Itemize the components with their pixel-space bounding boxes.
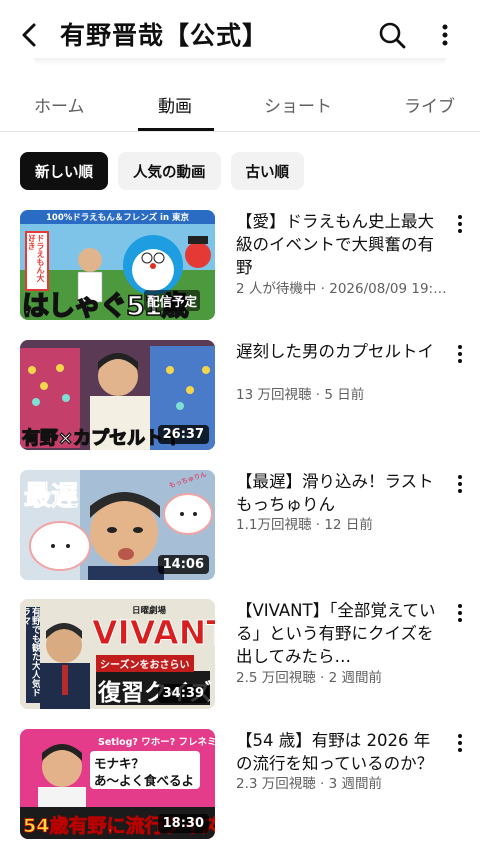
video-meta: 2.5 万回視聴 · 2 週間前 bbox=[236, 670, 383, 686]
duration-badge: 34:39 bbox=[157, 684, 209, 703]
search-button[interactable] bbox=[376, 18, 408, 52]
duration-badge: 18:30 bbox=[157, 814, 209, 833]
duration-badge: 14:06 bbox=[157, 555, 209, 574]
video-title[interactable]: 【54 歳】有野は 2026 年の流行を知っているのか？ bbox=[236, 729, 446, 775]
thumbnail-tags-text: Setlog? ワホー? フレネミー? bbox=[98, 737, 215, 748]
back-arrow-icon bbox=[22, 23, 36, 47]
thumbnail-side-text: 有野でも観た大人気ドラマ bbox=[26, 607, 40, 703]
video-item[interactable]: 有野×カプセルトイ 26:37 遅刻した男のカプセルトイ 13 万回視聴 · 5… bbox=[0, 340, 480, 452]
search-bar-shadow bbox=[34, 58, 446, 66]
video-meta: 2 人が待機中 · 2026/08/09 19:00 bbox=[236, 281, 450, 297]
sort-chips: 新しい順 人気の動画 古い順 bbox=[20, 152, 304, 190]
more-vertical-icon bbox=[458, 604, 462, 622]
chip-oldest[interactable]: 古い順 bbox=[230, 152, 304, 190]
app-header: 有野晋哉【公式】 bbox=[0, 0, 480, 68]
video-thumbnail[interactable]: 有野でも観た大人気ドラマ 日曜劇場 VIVANT シーズンをおさらい 復習クイズ… bbox=[20, 599, 215, 709]
video-item[interactable]: 100%ドラえもん＆フレンズ in 東京 ドラえもん大好き はしゃぐ51歳 配信… bbox=[0, 210, 480, 322]
video-item[interactable]: 有野でも観た大人気ドラマ 日曜劇場 VIVANT シーズンをおさらい 復習クイズ… bbox=[0, 599, 480, 711]
thumbnail-answer-text: あ～よく食べるよ bbox=[94, 773, 195, 788]
tab-videos[interactable]: 動画 bbox=[158, 92, 192, 117]
video-meta: 2.3 万回視聴 · 3 週間前 bbox=[236, 776, 383, 792]
video-thumbnail[interactable]: Setlog? ワホー? フレネミー? モナキ？ あ～よく食べるよ 54歳有野に… bbox=[20, 729, 215, 839]
video-more-button[interactable] bbox=[452, 342, 468, 366]
more-vertical-icon bbox=[458, 734, 462, 752]
video-thumbnail[interactable]: 100%ドラえもん＆フレンズ in 東京 ドラえもん大好き はしゃぐ51歳 配信… bbox=[20, 210, 215, 320]
video-more-button[interactable] bbox=[452, 212, 468, 236]
thumbnail-brand-text: VIVANT bbox=[92, 613, 215, 652]
video-title[interactable]: 【愛】ドラえもん史上最大級のイベントで大興奮の有野 bbox=[236, 210, 446, 280]
video-meta: 1.1万回視聴 · 12 日前 bbox=[236, 517, 373, 533]
scheduled-badge: 配信予定 bbox=[144, 290, 201, 311]
video-title[interactable]: 【最遅】滑り込み！ラストもっちゅりん bbox=[236, 470, 446, 516]
tab-home[interactable]: ホーム bbox=[34, 92, 85, 117]
video-thumbnail[interactable]: 最遅 もっちゅりん 14:06 bbox=[20, 470, 215, 580]
thumbnail-main-text: 最遅 bbox=[24, 481, 79, 513]
more-options-button[interactable] bbox=[434, 18, 456, 52]
search-icon bbox=[379, 22, 406, 49]
video-meta: 13 万回視聴 · 5 日前 bbox=[236, 387, 365, 403]
video-item[interactable]: Setlog? ワホー? フレネミー? モナキ？ あ～よく食べるよ 54歳有野に… bbox=[0, 729, 480, 841]
more-vertical-icon bbox=[458, 345, 462, 363]
thumbnail-side-text: ドラえもん大好き bbox=[29, 234, 45, 282]
tab-shorts[interactable]: ショート bbox=[264, 92, 332, 117]
duration-badge: 26:37 bbox=[157, 425, 209, 444]
channel-tabs: ホーム 動画 ショート ライブ bbox=[0, 80, 480, 132]
more-vertical-icon bbox=[442, 24, 448, 46]
video-more-button[interactable] bbox=[452, 601, 468, 625]
chip-newest[interactable]: 新しい順 bbox=[20, 152, 108, 190]
video-item[interactable]: 最遅 もっちゅりん 14:06 【最遅】滑り込み！ラストもっちゅりん 1.1万回… bbox=[0, 470, 480, 582]
video-more-button[interactable] bbox=[452, 472, 468, 496]
video-title[interactable]: 遅刻した男のカプセルトイ bbox=[236, 340, 446, 363]
thumbnail-sub-text: シーズンをおさらい bbox=[96, 655, 194, 672]
channel-title: 有野晋哉【公式】 bbox=[60, 21, 269, 50]
video-more-button[interactable] bbox=[452, 731, 468, 755]
more-vertical-icon bbox=[458, 215, 462, 233]
chip-popular[interactable]: 人気の動画 bbox=[118, 152, 221, 190]
thumbnail-top-text: 100%ドラえもん＆フレンズ in 東京 bbox=[46, 213, 189, 223]
video-thumbnail[interactable]: 有野×カプセルトイ 26:37 bbox=[20, 340, 215, 450]
back-button[interactable] bbox=[14, 18, 44, 52]
tab-live[interactable]: ライブ bbox=[404, 92, 455, 117]
active-tab-indicator bbox=[138, 128, 214, 131]
more-vertical-icon bbox=[458, 475, 462, 493]
video-title[interactable]: 【VIVANT】「全部覚えている」という有野にクイズを出してみたら… bbox=[236, 599, 446, 668]
